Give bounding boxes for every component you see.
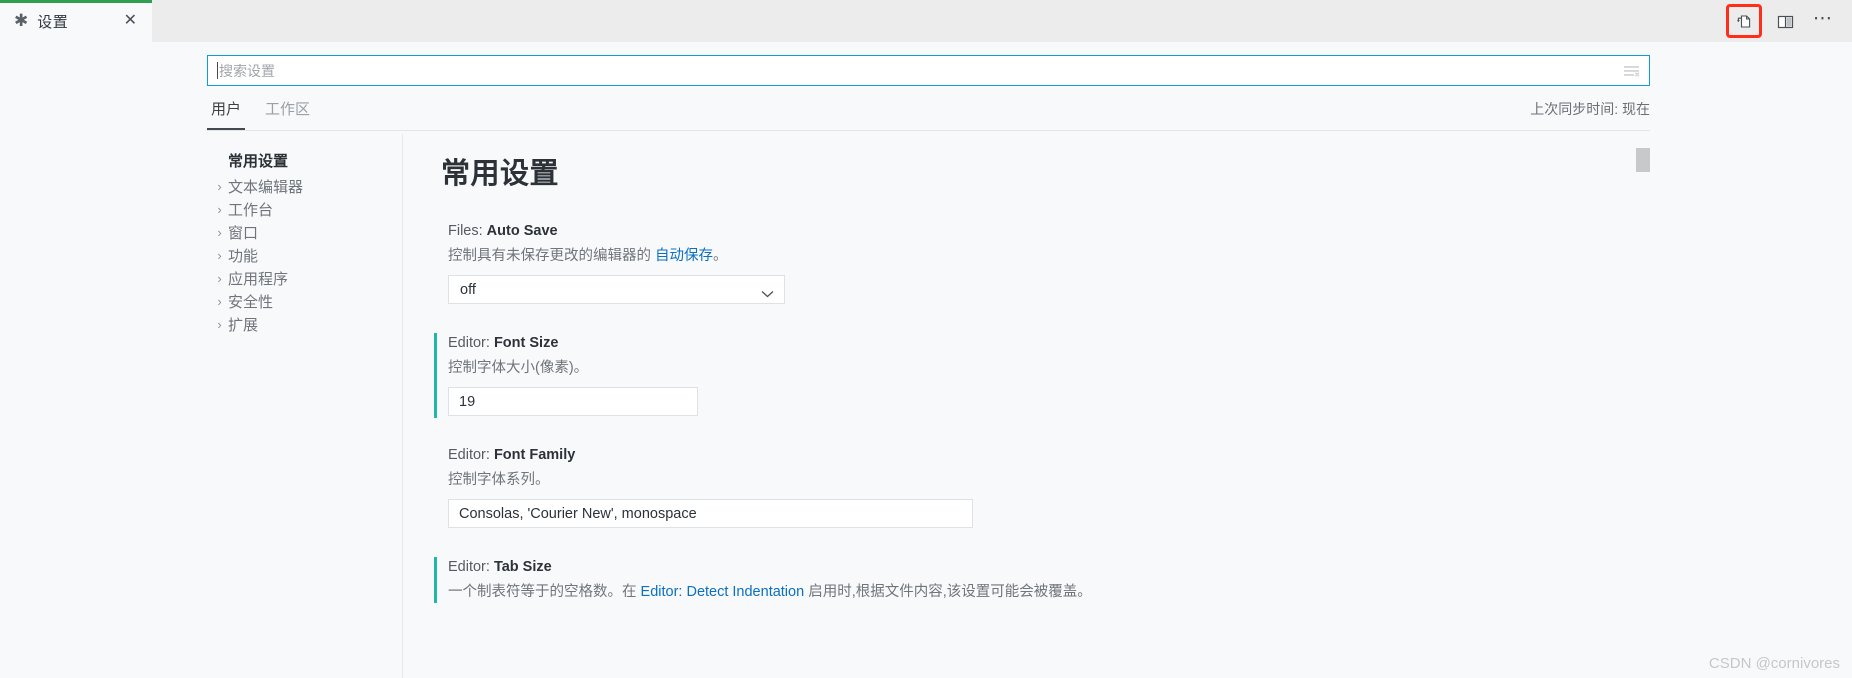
- auto-save-select-value: off: [460, 281, 476, 298]
- toc-item-security[interactable]: › 安全性: [207, 290, 402, 313]
- open-settings-json-button[interactable]: [1726, 4, 1762, 38]
- setting-editor-font-family: Editor: Font Family 控制字体系列。 Consolas, 'C…: [441, 447, 1650, 528]
- settings-scrollbar-thumb[interactable]: [1636, 148, 1650, 172]
- settings-toc: 常用设置 › 文本编辑器 › 工作台 › 窗口 › 功能 › 应用程序 › 安全…: [207, 134, 403, 678]
- toc-item-text-editor-label: 文本编辑器: [228, 179, 304, 196]
- description-text: 控制具有未保存更改的编辑器的: [448, 248, 656, 264]
- sync-status-label: 上次同步时间: 现在: [1530, 101, 1650, 117]
- toc-item-application-label: 应用程序: [228, 271, 289, 288]
- filter-icon[interactable]: [1623, 63, 1641, 79]
- editor-tab-settings[interactable]: ✱ 设置 ✕: [0, 0, 152, 42]
- toc-item-application[interactable]: › 应用程序: [207, 267, 402, 290]
- toc-item-window-label: 窗口: [228, 225, 259, 242]
- text-caret: [217, 62, 218, 79]
- setting-editor-font-size-description: 控制字体大小(像素)。: [448, 356, 1650, 377]
- page-title: 常用设置: [441, 158, 560, 190]
- toc-item-commonly-used[interactable]: 常用设置: [207, 148, 402, 173]
- font-family-input-value: Consolas, 'Courier New', monospace: [459, 505, 697, 522]
- font-size-input-value: 19: [459, 393, 476, 410]
- setting-editor-font-family-title: Editor: Font Family: [448, 447, 1650, 463]
- settings-scrollbar[interactable]: [1636, 134, 1650, 678]
- editor-tab-label: 设置: [37, 13, 69, 31]
- setting-prefix: Editor:: [448, 447, 494, 463]
- toc-item-features-label: 功能: [228, 248, 259, 265]
- toc-item-extensions-label: 扩展: [228, 317, 259, 334]
- more-actions-button[interactable]: ⋯: [1808, 7, 1838, 35]
- description-text-tail: 启用时,根据文件内容,该设置可能会被覆盖。: [804, 584, 1092, 600]
- ellipsis-icon: ⋯: [1813, 7, 1833, 29]
- setting-name: Tab Size: [493, 559, 552, 575]
- font-size-input[interactable]: 19: [448, 387, 698, 416]
- auto-save-select[interactable]: off: [448, 275, 785, 304]
- toc-item-commonly-used-label: 常用设置: [228, 153, 289, 170]
- search-row: 搜索设置: [207, 55, 1650, 86]
- chevron-right-icon: ›: [217, 271, 222, 286]
- chevron-right-icon: ›: [217, 248, 222, 263]
- tab-bar-spacer: [152, 0, 1726, 42]
- toc-item-features[interactable]: › 功能: [207, 244, 402, 267]
- setting-editor-font-size: Editor: Font Size 控制字体大小(像素)。 19: [434, 333, 1650, 418]
- dirty-indicator-icon: ✱: [14, 11, 29, 30]
- search-placeholder: 搜索设置: [219, 62, 275, 79]
- font-family-input[interactable]: Consolas, 'Courier New', monospace: [448, 499, 973, 528]
- close-icon[interactable]: ✕: [119, 11, 142, 31]
- tab-workspace[interactable]: 工作区: [261, 95, 314, 128]
- split-editor-icon: [1776, 12, 1795, 31]
- setting-name: Font Family: [493, 447, 576, 463]
- chevron-right-icon: ›: [217, 179, 222, 194]
- tab-workspace-label: 工作区: [265, 101, 311, 118]
- description-text: 一个制表符等于的空格数。在: [448, 584, 641, 600]
- setting-files-auto-save-title: Files: Auto Save: [448, 223, 1650, 239]
- settings-body: 搜索设置 用户 工作区 上次同步时间: 现在 常用设置 › 文本编辑器 › 工作…: [0, 42, 1852, 678]
- setting-editor-font-family-description: 控制字体系列。: [448, 468, 1650, 489]
- open-settings-json-icon: [1735, 12, 1754, 31]
- tab-user-label: 用户: [211, 101, 242, 118]
- setting-name: Font Size: [493, 335, 559, 351]
- auto-save-link[interactable]: 自动保存: [655, 248, 713, 264]
- toc-item-workbench[interactable]: › 工作台: [207, 198, 402, 221]
- chevron-right-icon: ›: [217, 202, 222, 217]
- setting-prefix: Editor:: [448, 559, 494, 575]
- toc-item-extensions[interactable]: › 扩展: [207, 313, 402, 336]
- settings-editor-window: ✱ 设置 ✕ ⋯ 搜索设置 用户 工作区 上次同步时间: 现在 常用设置 › 文…: [0, 0, 1852, 678]
- setting-editor-tab-size: Editor: Tab Size 一个制表符等于的空格数。在 Editor: D…: [434, 557, 1650, 603]
- chevron-down-icon: [761, 286, 774, 297]
- scope-tabs: 用户 工作区: [207, 95, 1650, 130]
- description-text-tail: 。: [713, 248, 728, 264]
- search-input[interactable]: 搜索设置: [207, 55, 1650, 86]
- toc-item-workbench-label: 工作台: [228, 202, 274, 219]
- tab-user[interactable]: 用户: [207, 95, 246, 130]
- setting-editor-font-size-title: Editor: Font Size: [448, 335, 1650, 351]
- split-editor-button[interactable]: [1770, 7, 1800, 35]
- setting-files-auto-save-description: 控制具有未保存更改的编辑器的 自动保存。: [448, 244, 1650, 265]
- setting-editor-tab-size-title: Editor: Tab Size: [448, 559, 1650, 575]
- chevron-right-icon: ›: [217, 294, 222, 309]
- toc-item-window[interactable]: › 窗口: [207, 221, 402, 244]
- chevron-right-icon: ›: [217, 225, 222, 240]
- settings-list: 常用设置 Files: Auto Save 控制具有未保存更改的编辑器的 自动保…: [403, 134, 1650, 678]
- tab-active-accent-bar: [0, 0, 152, 3]
- description-text: 控制字体大小(像素)。: [448, 360, 589, 376]
- toc-item-security-label: 安全性: [228, 294, 274, 311]
- setting-files-auto-save: Files: Auto Save 控制具有未保存更改的编辑器的 自动保存。 of…: [441, 223, 1650, 304]
- settings-split: 常用设置 › 文本编辑器 › 工作台 › 窗口 › 功能 › 应用程序 › 安全…: [207, 134, 1650, 678]
- description-text: 控制字体系列。: [448, 472, 550, 488]
- toc-item-text-editor[interactable]: › 文本编辑器: [207, 175, 402, 198]
- editor-tab-bar: ✱ 设置 ✕ ⋯: [0, 0, 1852, 42]
- setting-prefix: Editor:: [448, 335, 494, 351]
- editor-actions: ⋯: [1726, 0, 1852, 42]
- scope-tab-row: 用户 工作区 上次同步时间: 现在: [207, 95, 1650, 131]
- setting-name: Auto Save: [486, 223, 558, 239]
- setting-editor-tab-size-description: 一个制表符等于的空格数。在 Editor: Detect Indentation…: [448, 580, 1650, 601]
- setting-prefix: Files:: [448, 223, 487, 239]
- chevron-right-icon: ›: [217, 317, 222, 332]
- detect-indentation-link[interactable]: Editor: Detect Indentation: [641, 584, 805, 600]
- scope-tabs-divider: [207, 130, 1650, 131]
